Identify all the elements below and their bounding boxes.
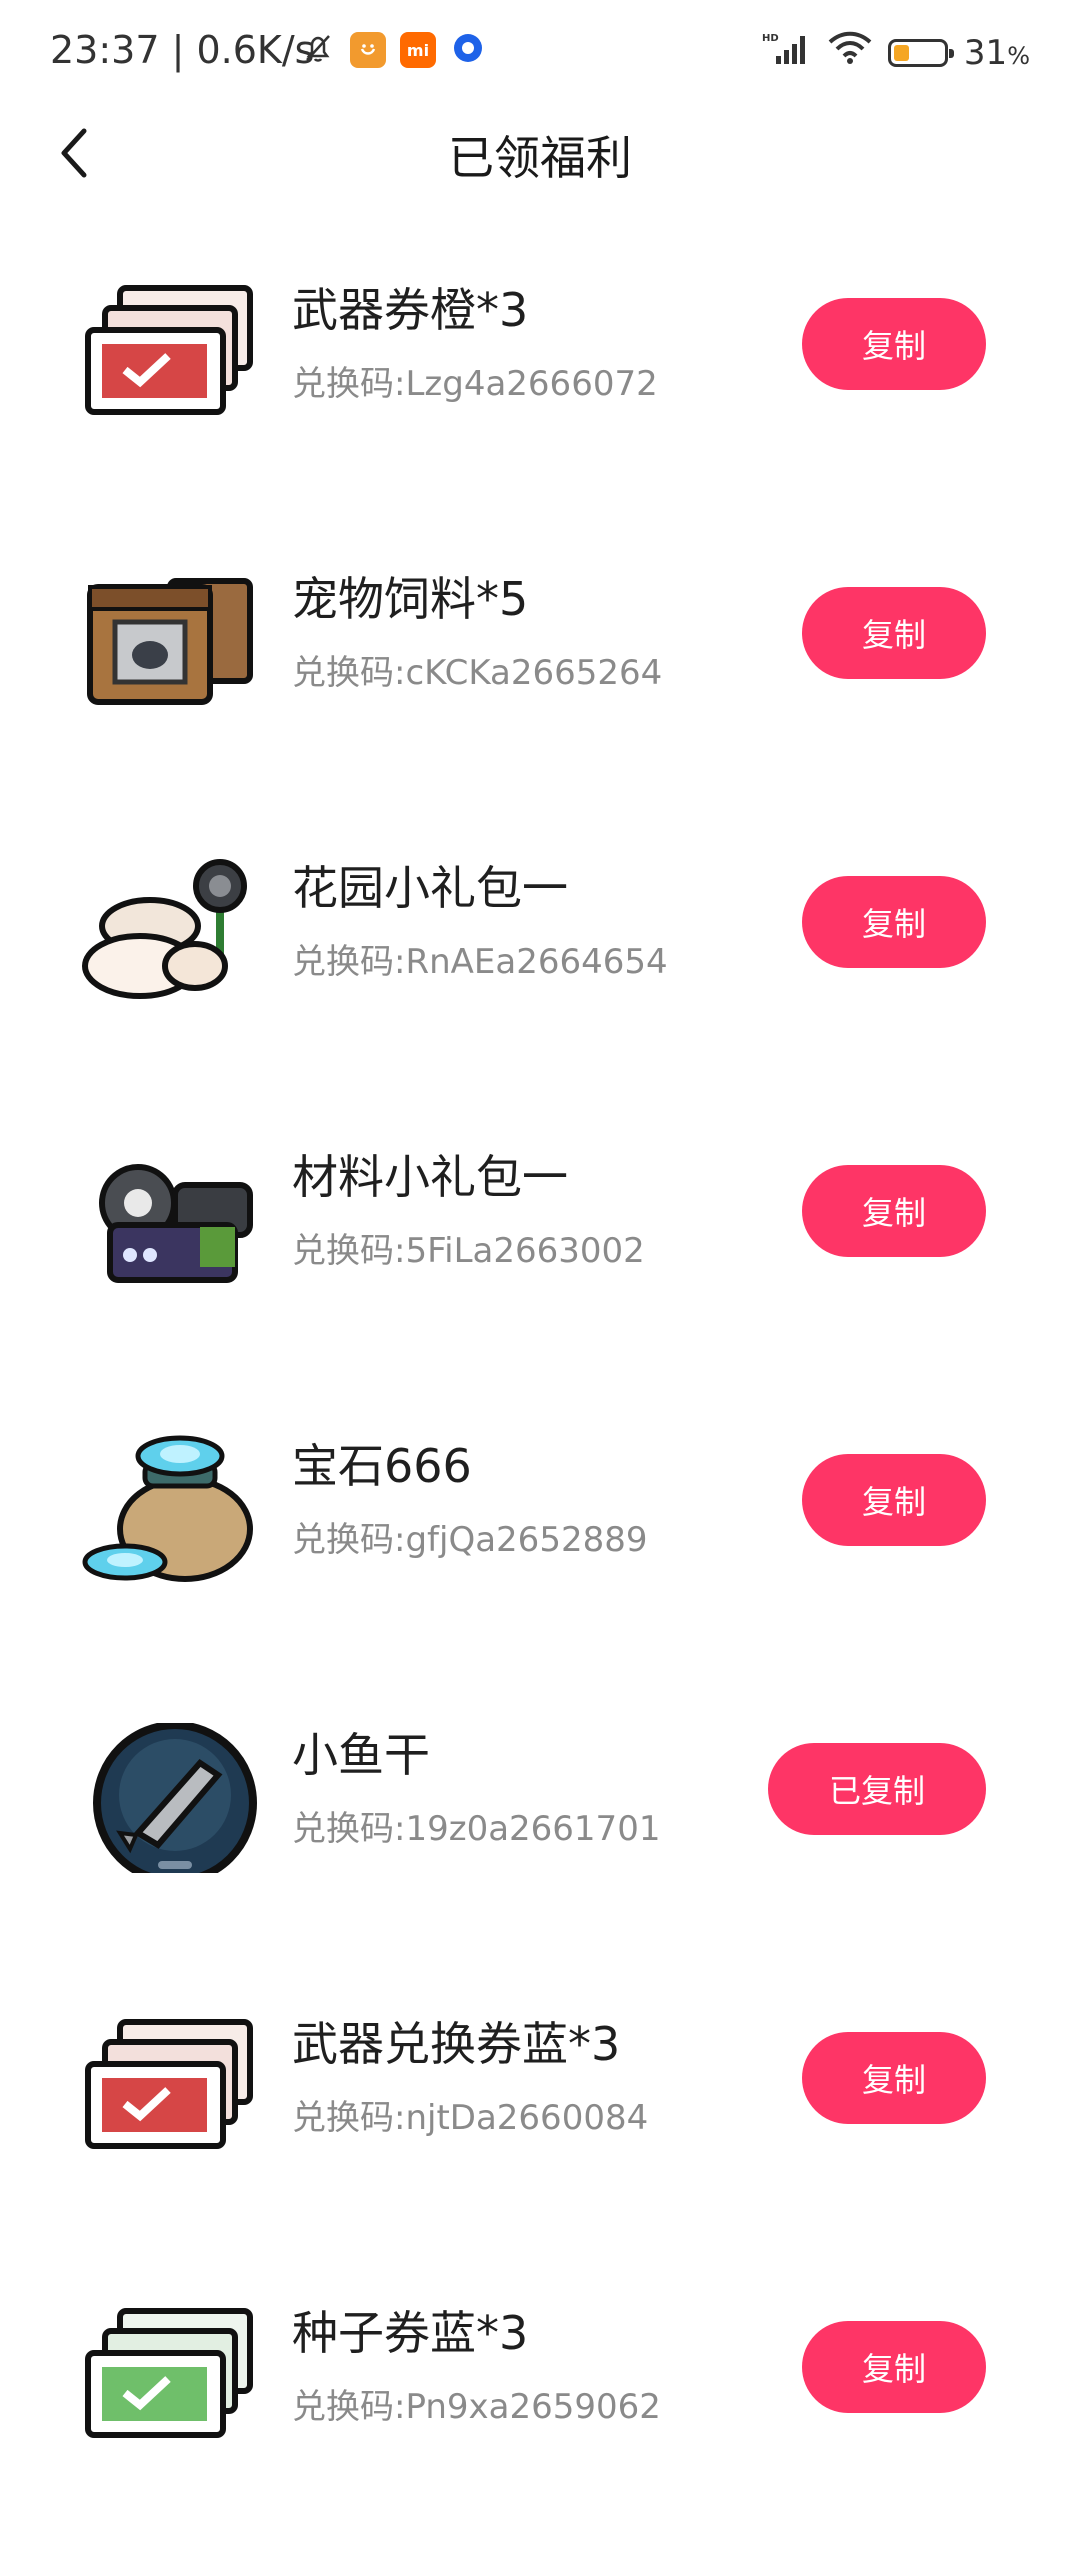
item-code: 兑换码:gfjQa2652889 (292, 1520, 648, 1560)
item-code: 兑换码:RnAEa2664654 (292, 942, 668, 982)
material-gift-pack-icon (80, 1145, 270, 1295)
item-name: 武器兑换券蓝*3 (292, 2017, 621, 2071)
list-item: 种子券蓝*3 兑换码:Pn9xa2659062 复制 (0, 2261, 1080, 2550)
status-system-icons: HD 31% (762, 30, 1030, 75)
item-code: 兑换码:Lzg4a2666072 (292, 364, 658, 404)
copy-button[interactable]: 复制 (802, 587, 986, 679)
copy-button[interactable]: 复制 (802, 2321, 986, 2413)
garden-gift-pack-icon (80, 856, 270, 1006)
item-code: 兑换码:19z0a2661701 (292, 1809, 661, 1849)
item-name: 宠物饲料*5 (292, 572, 529, 626)
battery-percent: 31% (963, 32, 1030, 73)
browser-dot-icon (450, 30, 486, 70)
copy-button[interactable]: 复制 (802, 2032, 986, 2124)
item-code: 兑换码:5FiLa2663002 (292, 1231, 645, 1271)
item-name: 材料小礼包一 (292, 1150, 568, 1204)
copy-button[interactable]: 复制 (802, 876, 986, 968)
mi-icon: mi (400, 32, 436, 68)
wifi-icon (828, 30, 872, 75)
benefit-list: 武器券橙*3 兑换码:Lzg4a2666072 复制 宠物饲料*5 兑换码:cK… (0, 238, 1080, 2550)
status-bar: 23:37 | 0.6K/s mi HD 31% (0, 0, 1080, 108)
mute-bell-icon (300, 30, 336, 70)
hd-signal-icon: HD (762, 30, 812, 75)
status-notification-icons: mi (300, 30, 486, 70)
battery-icon (887, 38, 954, 67)
list-item: 花园小礼包一 兑换码:RnAEa2664654 复制 (0, 816, 1080, 1105)
item-code: 兑换码:njtDa2660084 (292, 2098, 649, 2138)
item-code: 兑换码:Pn9xa2659062 (292, 2387, 661, 2427)
item-name: 花园小礼包一 (292, 861, 568, 915)
copy-button[interactable]: 复制 (802, 1454, 986, 1546)
page-title: 已领福利 (448, 131, 632, 185)
item-code: 兑换码:cKCKa2665264 (292, 653, 663, 693)
item-name: 种子券蓝*3 (292, 2306, 529, 2360)
list-item: 武器兑换券蓝*3 兑换码:njtDa2660084 复制 (0, 1972, 1080, 2261)
battery-fill (893, 44, 909, 61)
copy-button[interactable]: 复制 (802, 298, 986, 390)
item-name: 宝石666 (292, 1439, 472, 1493)
gem-bag-icon (80, 1434, 270, 1584)
seed-ticket-green-icon (80, 2301, 270, 2451)
item-name: 小鱼干 (292, 1728, 430, 1782)
list-item: 宠物饲料*5 兑换码:cKCKa2665264 复制 (0, 527, 1080, 816)
app-face-icon (350, 32, 386, 68)
page-header: 已领福利 (0, 108, 1080, 200)
svg-text:HD: HD (762, 33, 779, 44)
item-name: 武器券橙*3 (292, 283, 529, 337)
status-time: 23:37 | 0.6K/s (50, 28, 315, 72)
weapon-ticket-red-icon (80, 278, 270, 428)
dried-fish-icon (80, 1721, 270, 1885)
list-item: 武器券橙*3 兑换码:Lzg4a2666072 复制 (0, 238, 1080, 527)
copy-button[interactable]: 复制 (802, 1165, 986, 1257)
weapon-ticket-red-icon (80, 2012, 270, 2162)
pet-food-bag-icon (80, 567, 270, 717)
list-item: 材料小礼包一 兑换码:5FiLa2663002 复制 (0, 1105, 1080, 1394)
copied-button[interactable]: 已复制 (768, 1743, 986, 1835)
list-item: 宝石666 兑换码:gfjQa2652889 复制 (0, 1394, 1080, 1683)
list-item: 小鱼干 兑换码:19z0a2661701 已复制 (0, 1683, 1080, 1972)
